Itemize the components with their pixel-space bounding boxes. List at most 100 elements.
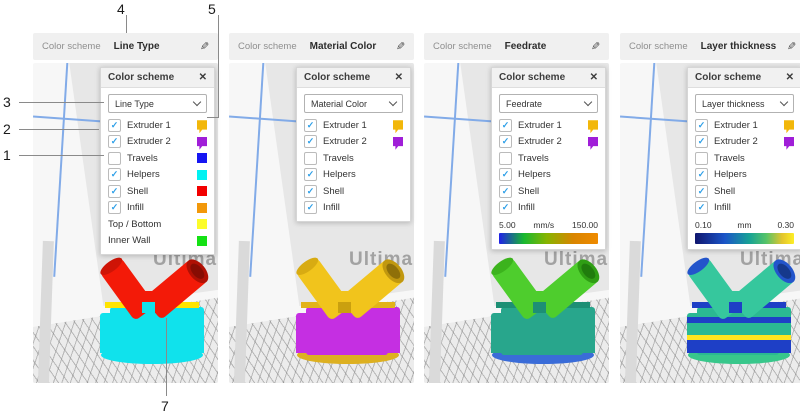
legend-row-travels: Travels — [695, 150, 794, 167]
checkbox[interactable]: ✓ — [499, 185, 512, 198]
row-label: Extruder 2 — [714, 136, 758, 147]
checkbox[interactable]: ✓ — [108, 185, 121, 198]
popup-body: Material Color ✓ Extruder 1 ✓ Extruder 2… — [297, 88, 410, 221]
edit-pencil-icon[interactable]: ✎ — [396, 40, 405, 53]
checkbox[interactable]: ✓ — [304, 185, 317, 198]
legend-row-infill: ✓ Infill — [499, 200, 598, 217]
legend-row-travels: Travels — [108, 150, 207, 167]
legend-row-top-bottom: Top / Bottom — [108, 216, 207, 233]
row-label: Extruder 1 — [518, 120, 562, 131]
close-icon[interactable]: ✕ — [590, 72, 598, 83]
checkbox[interactable]: ✓ — [108, 168, 121, 181]
model-preview — [682, 249, 796, 367]
model-band — [687, 317, 791, 323]
checkbox[interactable]: ✓ — [304, 135, 317, 148]
checkbox[interactable] — [695, 152, 708, 165]
edit-pencil-icon[interactable]: ✎ — [591, 40, 600, 53]
callout-4-line — [126, 15, 127, 33]
checkbox[interactable]: ✓ — [695, 201, 708, 214]
color-swatch — [197, 170, 207, 180]
color-scheme-dropdown[interactable]: Feedrate — [499, 94, 598, 113]
checkbox[interactable]: ✓ — [695, 168, 708, 181]
viewport-panel-material-color: Color scheme Material Color ✎ Ultimaker — [229, 33, 414, 385]
close-icon[interactable]: ✕ — [786, 72, 794, 83]
model-notch — [729, 302, 742, 313]
checkbox[interactable] — [108, 152, 121, 165]
callout-2-line — [19, 129, 99, 130]
legend-row-helpers: ✓ Helpers — [695, 167, 794, 184]
model-band — [687, 335, 791, 340]
gradient-bar — [499, 233, 598, 244]
color-swatch-extruder — [197, 137, 207, 150]
legend-unit: mm — [737, 220, 751, 230]
callout-7: 7 — [161, 398, 169, 414]
row-label: Shell — [323, 186, 344, 197]
row-label: Shell — [714, 186, 735, 197]
viewport-panel-layer-thickness: Color scheme Layer thickness ✎ Ultimaker — [620, 33, 800, 385]
row-label: Infill — [323, 202, 340, 213]
checkbox[interactable]: ✓ — [695, 135, 708, 148]
checkbox[interactable] — [499, 152, 512, 165]
color-scheme-popup: Color scheme ✕ Material Color ✓ Extruder… — [296, 67, 411, 222]
checkbox[interactable]: ✓ — [304, 201, 317, 214]
model-band — [491, 335, 595, 340]
legend-row-helpers: ✓ Helpers — [304, 167, 403, 184]
model-band — [100, 335, 204, 340]
dropdown-value: Material Color — [311, 99, 367, 109]
checkbox[interactable]: ✓ — [304, 119, 317, 132]
checkbox[interactable]: ✓ — [499, 119, 512, 132]
color-swatch-extruder — [393, 137, 403, 150]
close-icon[interactable]: ✕ — [199, 72, 207, 83]
checkbox[interactable]: ✓ — [304, 168, 317, 181]
row-label: Extruder 2 — [127, 136, 171, 147]
viewport-panel-feedrate: Color scheme Feedrate ✎ Ultimaker — [424, 33, 609, 385]
row-label: Helpers — [323, 169, 356, 180]
checkbox[interactable]: ✓ — [108, 119, 121, 132]
color-scheme-popup: Color scheme ✕ Feedrate ✓ Extruder 1 ✓ E… — [491, 67, 606, 250]
model-band — [100, 340, 204, 353]
model-band — [491, 340, 595, 353]
color-scheme-dropdown[interactable]: Line Type — [108, 94, 207, 113]
checkbox[interactable]: ✓ — [499, 135, 512, 148]
header-label: Color scheme — [629, 41, 688, 52]
color-scheme-dropdown[interactable]: Material Color — [304, 94, 403, 113]
legend-row-shell: ✓ Shell — [499, 183, 598, 200]
edit-pencil-icon[interactable]: ✎ — [787, 40, 796, 53]
model-preview — [95, 249, 209, 367]
screenshot-root: Color scheme Line Type ✎ Ultimaker — [0, 0, 800, 417]
checkbox[interactable] — [304, 152, 317, 165]
callout-7-line — [166, 318, 167, 396]
legend-row-shell: ✓ Shell — [695, 183, 794, 200]
color-swatch — [197, 236, 207, 246]
checkbox[interactable]: ✓ — [695, 185, 708, 198]
chevron-down-icon — [780, 98, 788, 106]
legend-row-extruder1: ✓ Extruder 1 — [499, 117, 598, 134]
checkbox[interactable]: ✓ — [108, 135, 121, 148]
model-band — [296, 317, 400, 323]
popup-title: Color scheme — [108, 72, 174, 83]
row-label: Helpers — [714, 169, 747, 180]
chevron-down-icon — [389, 98, 397, 106]
edit-pencil-icon[interactable]: ✎ — [200, 40, 209, 53]
build-volume-edge-vertical — [640, 63, 655, 277]
legend-unit: mm/s — [533, 220, 554, 230]
color-swatch — [197, 153, 207, 163]
row-label: Extruder 1 — [323, 120, 367, 131]
build-volume-edge-vertical — [249, 63, 264, 277]
legend-row-extruder2: ✓ Extruder 2 — [108, 134, 207, 151]
header-value: Layer thickness — [701, 41, 777, 52]
popup-title-bar: Color scheme ✕ — [101, 68, 214, 88]
legend-row-inner-wall: Inner Wall — [108, 233, 207, 250]
row-label: Helpers — [127, 169, 160, 180]
row-label: Infill — [714, 202, 731, 213]
checkbox[interactable]: ✓ — [499, 168, 512, 181]
checkbox[interactable]: ✓ — [695, 119, 708, 132]
row-label: Infill — [518, 202, 535, 213]
legend-row-travels: Travels — [499, 150, 598, 167]
close-icon[interactable]: ✕ — [395, 72, 403, 83]
checkbox[interactable]: ✓ — [108, 201, 121, 214]
color-swatch — [197, 219, 207, 229]
row-label: Shell — [518, 186, 539, 197]
checkbox[interactable]: ✓ — [499, 201, 512, 214]
color-scheme-dropdown[interactable]: Layer thickness — [695, 94, 794, 113]
